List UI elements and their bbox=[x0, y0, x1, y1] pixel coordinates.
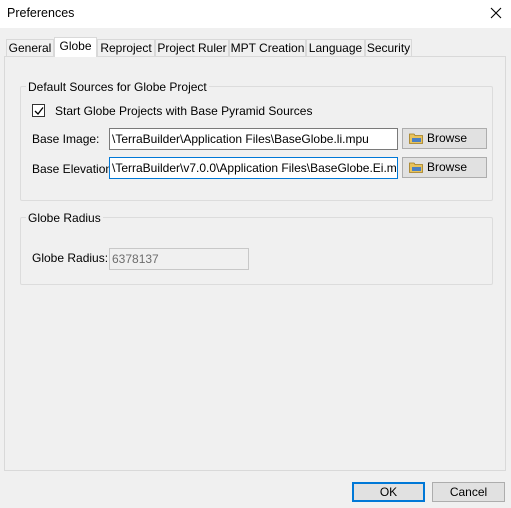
tab-reproject[interactable]: Reproject bbox=[97, 39, 155, 56]
cancel-button[interactable]: Cancel bbox=[432, 482, 505, 502]
base-pyramid-checkbox-label: Start Globe Projects with Base Pyramid S… bbox=[55, 104, 313, 118]
folder-icon bbox=[409, 133, 423, 144]
globe-radius-label: Globe Radius: bbox=[32, 251, 109, 265]
globe-radius-input[interactable]: 6378137 bbox=[109, 248, 249, 270]
browse-label: Browse bbox=[427, 131, 468, 145]
base-image-label: Base Image: bbox=[32, 132, 100, 146]
tab-general[interactable]: General bbox=[6, 39, 54, 56]
default-sources-group-label: Default Sources for Globe Project bbox=[26, 80, 209, 94]
globe-radius-group-label: Globe Radius bbox=[26, 211, 103, 225]
close-icon bbox=[490, 7, 502, 19]
title-bar: Preferences bbox=[0, 0, 511, 28]
base-pyramid-checkbox[interactable] bbox=[32, 104, 45, 117]
tab-project-ruler[interactable]: Project Ruler bbox=[155, 39, 229, 56]
base-elevation-input[interactable]: \TerraBuilder\v7.0.0\Application Files\B… bbox=[109, 157, 398, 179]
window-title: Preferences bbox=[7, 6, 75, 20]
base-elevation-browse-button[interactable]: Browse bbox=[402, 157, 487, 178]
base-image-input[interactable]: \TerraBuilder\Application Files\BaseGlob… bbox=[109, 128, 398, 150]
folder-icon bbox=[409, 162, 423, 173]
globe-tab-page: Default Sources for Globe Project Start … bbox=[4, 56, 506, 471]
tab-language[interactable]: Language bbox=[306, 39, 365, 56]
base-image-browse-button[interactable]: Browse bbox=[402, 128, 487, 149]
browse-label: Browse bbox=[427, 160, 468, 174]
tab-globe[interactable]: Globe bbox=[54, 37, 97, 57]
base-elevation-label: Base Elevation: bbox=[32, 162, 116, 176]
tab-security[interactable]: Security bbox=[365, 39, 412, 56]
close-button[interactable] bbox=[481, 0, 511, 28]
checkmark-icon bbox=[34, 107, 44, 115]
tab-mpt-creation[interactable]: MPT Creation bbox=[229, 39, 306, 56]
ok-button[interactable]: OK bbox=[352, 482, 425, 502]
